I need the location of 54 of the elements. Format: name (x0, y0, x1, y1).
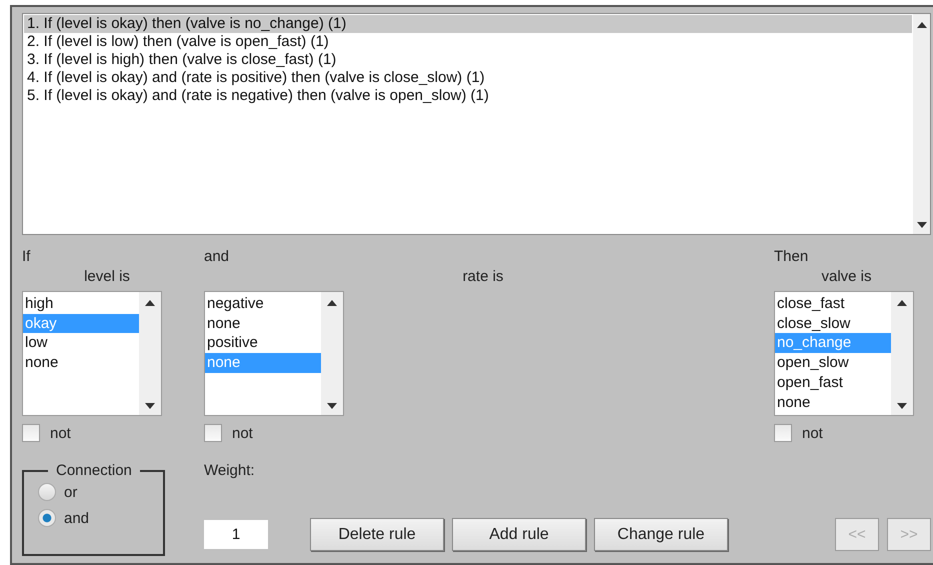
list-item[interactable]: open_fast (775, 372, 891, 393)
weight-label: Weight: (204, 462, 256, 479)
not-checkbox[interactable] (204, 424, 222, 442)
scrollbar[interactable] (891, 292, 913, 415)
rule-button[interactable]: Add rule (452, 518, 586, 551)
rule-button[interactable]: Delete rule (310, 518, 444, 551)
rule-item[interactable]: 4. If (level is okay) and (rate is positive) then (valve is close_slow) (1) (24, 69, 912, 87)
membership-list[interactable]: close_fast close_slow no_change open_slow open_fast none (774, 291, 914, 416)
clause-heading: If (22, 247, 30, 267)
list-item[interactable]: open_slow (775, 353, 891, 373)
scroll-up-icon[interactable] (145, 300, 155, 306)
checkbox-label: not (232, 424, 253, 442)
rule-item[interactable]: 5. If (level is okay) and (rate is negative) then (valve is open_slow) (1) (24, 87, 912, 105)
scroll-up-icon[interactable] (916, 22, 926, 28)
list-item[interactable]: negative (205, 294, 321, 314)
group-title: Connection (55, 462, 133, 479)
list-item[interactable]: positive (205, 333, 321, 354)
list-item[interactable]: high (23, 294, 139, 314)
rule-item[interactable]: 3. If (level is high) then (valve is close_fast) (1) (24, 51, 912, 69)
list-item[interactable]: none (775, 392, 891, 412)
clause-heading: Then (774, 247, 808, 267)
checkbox-label: not (50, 424, 71, 442)
variable-label: level is (84, 267, 130, 287)
scrollbar[interactable] (913, 14, 930, 234)
scroll-down-icon[interactable] (327, 403, 337, 409)
list-item[interactable]: close_slow (775, 314, 891, 334)
membership-list[interactable]: high okay low none (22, 291, 162, 416)
weight-field[interactable]: 1 (204, 520, 268, 549)
not-checkbox[interactable] (22, 424, 40, 442)
radio-label: and (64, 510, 90, 526)
scrollbar[interactable] (139, 292, 161, 415)
scrollbar[interactable] (321, 292, 343, 415)
list-item[interactable]: close_fast (775, 294, 891, 314)
list-item[interactable]: none (205, 314, 321, 334)
scroll-up-icon[interactable] (897, 300, 907, 306)
rule-item[interactable]: 1. If (level is okay) then (valve is no_change) (1) (24, 15, 912, 33)
rule-button[interactable]: Change rule (594, 518, 728, 551)
radio-button[interactable] (38, 509, 56, 527)
variable-label: rate is (462, 267, 504, 287)
scroll-down-icon[interactable] (897, 403, 907, 409)
radio-label: or (64, 484, 78, 500)
scroll-up-icon[interactable] (327, 300, 337, 306)
not-checkbox[interactable] (774, 424, 792, 442)
radio-button[interactable] (38, 483, 56, 501)
list-item[interactable]: none (23, 353, 139, 373)
list-item[interactable]: low (23, 333, 139, 354)
variable-label: valve is (821, 267, 872, 287)
rule-item[interactable]: 2. If (level is low) then (valve is open_fast) (1) (24, 33, 912, 51)
membership-list[interactable]: negative none positive none (204, 291, 344, 416)
scroll-down-icon[interactable] (145, 403, 155, 409)
checkbox-label: not (802, 424, 823, 442)
scroll-down-icon[interactable] (916, 222, 926, 228)
clause-heading: and (204, 247, 230, 267)
rule-list[interactable] (22, 13, 931, 235)
